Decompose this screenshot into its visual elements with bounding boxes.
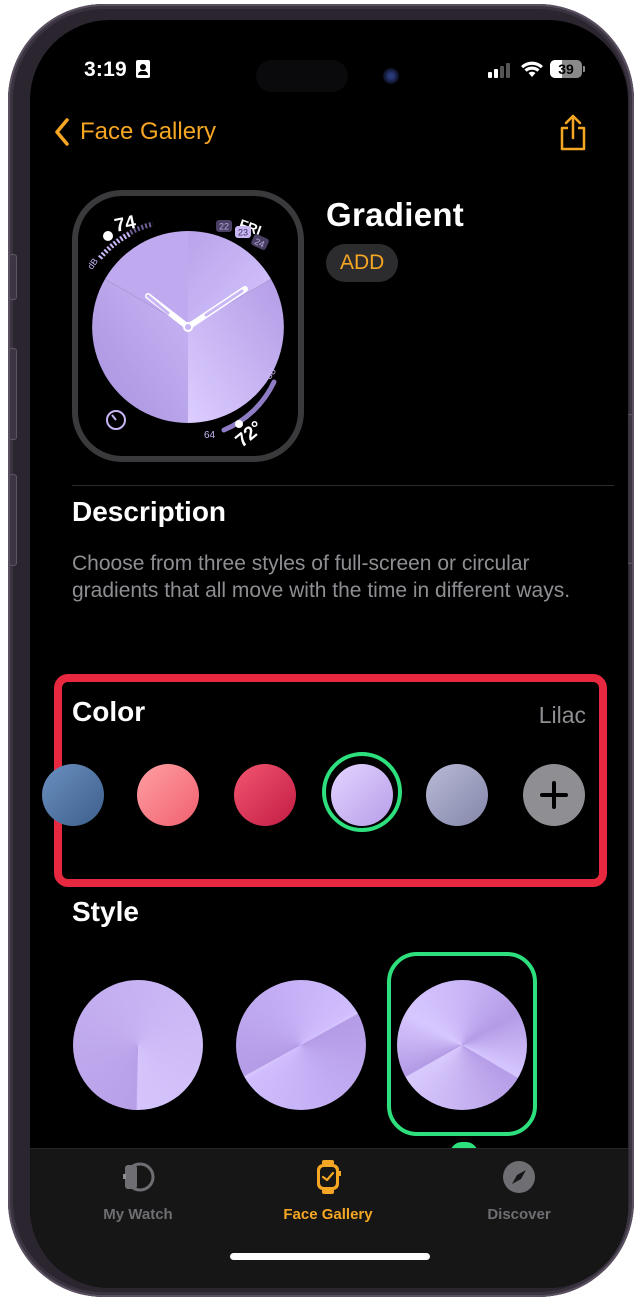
color-title: Color <box>72 696 146 727</box>
plus-icon <box>540 781 568 809</box>
action-button <box>9 254 17 300</box>
noise-unit: dB <box>85 256 100 271</box>
description-text: Choose from three styles of full-screen … <box>72 552 571 602</box>
noise-value: 74 <box>113 212 138 237</box>
compass-icon <box>503 1161 535 1193</box>
phone-frame: 3:19 39 Face Gallery 74 dB 22 23 24 64 8… <box>8 4 634 1297</box>
style-option-1[interactable] <box>73 980 203 1110</box>
date-current: 23 <box>238 228 248 238</box>
tab-label: Discover <box>487 1206 551 1223</box>
style-option-2[interactable] <box>236 980 366 1110</box>
battery-tip <box>583 66 585 72</box>
wifi-icon <box>521 61 543 77</box>
add-button[interactable]: ADD <box>326 244 399 282</box>
style-option-3[interactable] <box>397 980 527 1110</box>
back-button[interactable]: Face Gallery <box>54 118 216 146</box>
share-icon[interactable] <box>558 114 588 152</box>
noise-icon <box>103 231 113 241</box>
color-swatch-blue[interactable] <box>42 764 104 826</box>
color-swatch-lilac[interactable] <box>331 764 393 826</box>
tab-discover[interactable]: Discover <box>444 1159 594 1223</box>
contact-card-icon <box>136 60 150 78</box>
tab-label: Face Gallery <box>283 1206 373 1223</box>
selected-color-name: Lilac <box>538 702 586 728</box>
face-title: Gradient <box>326 196 465 233</box>
dynamic-island <box>256 60 348 92</box>
divider <box>72 485 614 486</box>
watch-face-icon <box>317 1160 341 1194</box>
face-info: Gradient ADD <box>326 196 464 282</box>
screen: 3:19 39 Face Gallery 74 dB 22 23 24 64 8… <box>30 20 628 1288</box>
watch-face-graphic: 74 dB FRI 22 23 24 64 88 72° <box>85 212 284 452</box>
tab-face-gallery[interactable]: Face Gallery <box>253 1159 403 1223</box>
home-indicator[interactable] <box>230 1253 430 1260</box>
battery-percent: 39 <box>558 61 574 77</box>
chevron-left-icon <box>55 118 69 146</box>
color-swatch-lavender-gray[interactable] <box>426 764 488 826</box>
volume-down-button <box>9 474 17 566</box>
watch-face-preview[interactable]: 74 dB FRI 22 23 24 64 88 72° <box>72 190 304 462</box>
color-swatch-pink[interactable] <box>137 764 199 826</box>
tab-label: My Watch <box>103 1206 173 1223</box>
tab-my-watch[interactable]: My Watch <box>63 1159 213 1223</box>
volume-up-button <box>9 348 17 440</box>
status-time: 3:19 <box>84 58 127 81</box>
cellular-signal-icon <box>488 62 510 78</box>
temp-low: 64 <box>204 430 216 441</box>
battery-icon: 39 <box>550 60 582 78</box>
style-title: Style <box>72 896 139 927</box>
hand-pivot <box>183 322 193 332</box>
color-swatch-red[interactable] <box>234 764 296 826</box>
date-prev: 22 <box>219 222 229 232</box>
tab-bar: My Watch Face Gallery Discover <box>30 1148 628 1288</box>
front-camera <box>383 68 399 84</box>
description-title: Description <box>72 496 227 527</box>
watch-outline-icon <box>123 1162 155 1192</box>
add-color-button[interactable] <box>523 764 585 826</box>
back-label: Face Gallery <box>80 118 217 145</box>
